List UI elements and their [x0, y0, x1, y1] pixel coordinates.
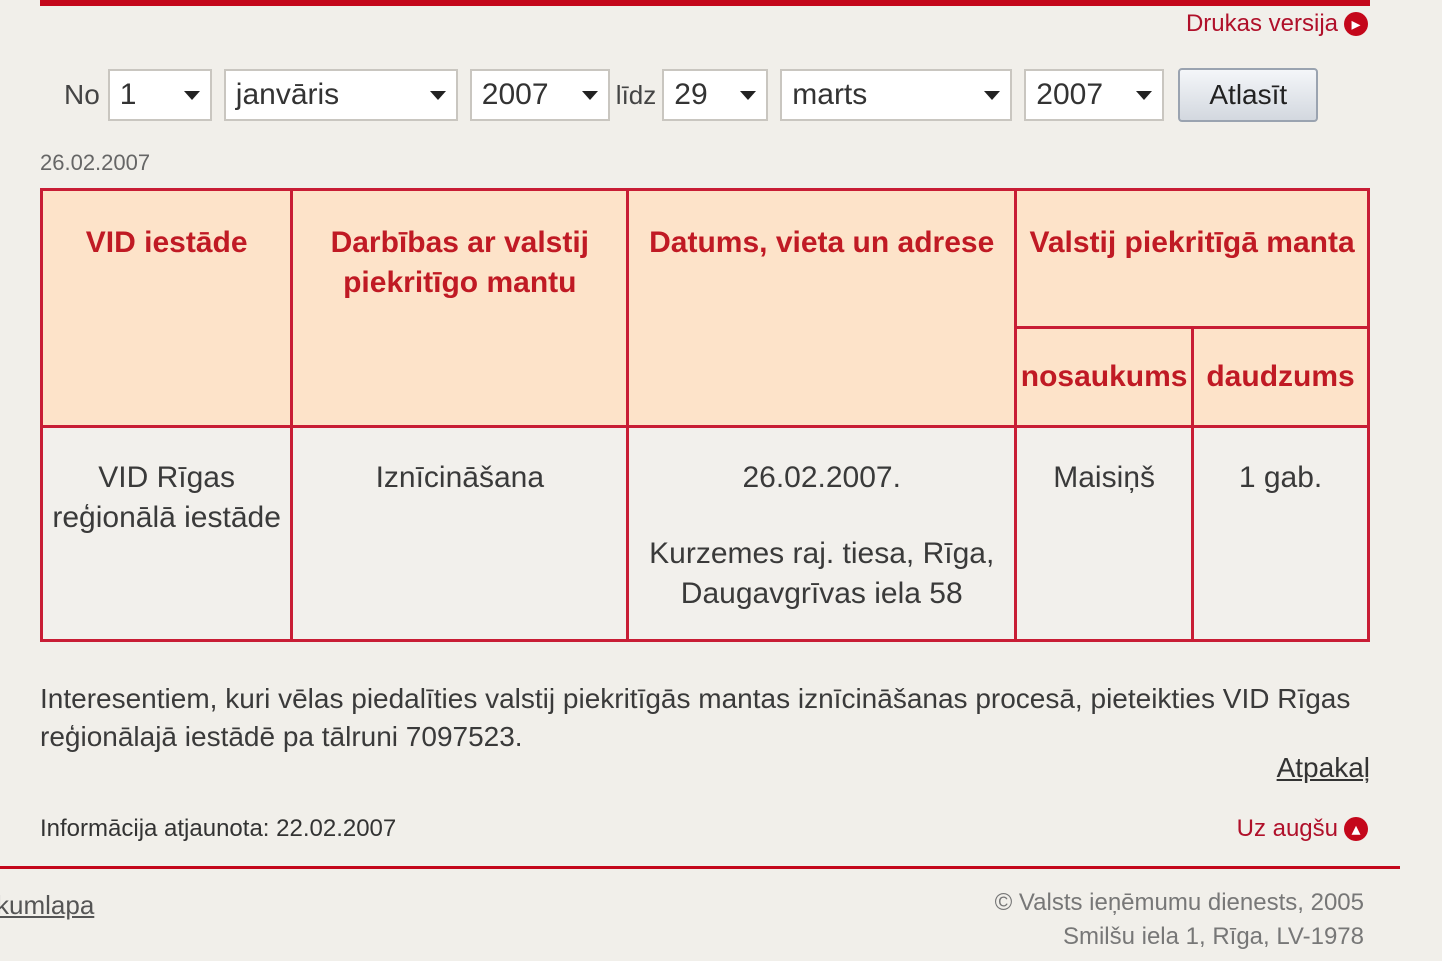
- from-label: No: [64, 79, 100, 110]
- from-month-value: janvāris: [235, 78, 340, 111]
- arrow-up-circle-icon: ▴: [1344, 817, 1368, 841]
- from-year-value: 2007: [481, 78, 549, 111]
- to-day-value: 29: [674, 78, 708, 111]
- cell-vid: VID Rīgas reģionālā iestāde: [39, 425, 294, 642]
- header-actions: Darbības ar valstij piekritīgo mantu: [290, 188, 630, 428]
- print-version-link[interactable]: Drukas versija ▸: [1186, 10, 1368, 38]
- header-date-place: Datums, vieta un adrese: [626, 188, 1018, 428]
- header-vid: VID iestāde: [39, 188, 294, 428]
- cell-date-place: 26.02.2007. Kurzemes raj. tiesa, Rīga, D…: [626, 425, 1018, 642]
- property-table: VID iestāde Darbības ar valstij piekritī…: [39, 188, 1370, 642]
- home-link[interactable]: kumlapa: [0, 890, 94, 921]
- cell-action: Iznīcināšana: [290, 425, 630, 642]
- top-red-bar: [40, 0, 1370, 6]
- print-version-label: Drukas versija: [1185, 10, 1338, 37]
- from-day-value: 1: [119, 78, 137, 111]
- date-filter: No 1 janvāris 2007 līdz 29 marts 2007 At…: [64, 68, 1319, 122]
- info-text: Interesentiem, kuri vēlas piedalīties va…: [40, 683, 1351, 752]
- to-month-select[interactable]: marts: [780, 69, 1013, 121]
- cell-date: 26.02.2007.: [742, 461, 901, 494]
- footer-info: © Valsts ieņēmumu dienests, 2005 Smilšu …: [995, 886, 1364, 954]
- chevron-down-icon: [740, 91, 757, 100]
- to-year-select[interactable]: 2007: [1024, 69, 1165, 121]
- chevron-down-icon: [429, 91, 446, 100]
- address-text: Smilšu iela 1, Rīga, LV-1978: [1062, 923, 1364, 950]
- chevron-down-icon: [581, 91, 598, 100]
- header-name: nosaukums: [1014, 326, 1195, 428]
- cell-quantity: 1 gab.: [1191, 425, 1370, 642]
- updated-text: Informācija atjaunota: 22.02.2007: [40, 815, 397, 842]
- back-to-top-link[interactable]: Uz augšu ▴: [1237, 815, 1368, 843]
- copyright-text: © Valsts ieņēmumu dienests, 2005: [994, 889, 1364, 916]
- from-month-select[interactable]: janvāris: [223, 69, 458, 121]
- chevron-down-icon: [183, 91, 200, 100]
- arrow-circle-icon: ▸: [1344, 12, 1368, 36]
- cell-place: Kurzemes raj. tiesa, Rīga, Daugavgrīvas …: [649, 537, 995, 610]
- table-row: VID Rīgas reģionālā iestāde Iznīcināšana…: [39, 425, 1370, 642]
- submit-button[interactable]: Atlasīt: [1178, 68, 1319, 122]
- chevron-down-icon: [1136, 91, 1153, 100]
- bottom-divider: [0, 866, 1400, 869]
- from-year-select[interactable]: 2007: [469, 69, 610, 121]
- to-month-value: marts: [792, 78, 868, 111]
- to-year-value: 2007: [1036, 78, 1104, 111]
- cell-name: Maisiņš: [1014, 425, 1195, 642]
- to-day-select[interactable]: 29: [662, 69, 769, 121]
- record-date: 26.02.2007: [40, 150, 151, 175]
- from-day-select[interactable]: 1: [107, 69, 212, 121]
- header-property: Valstij piekritīgā manta: [1014, 188, 1370, 329]
- chevron-down-icon: [984, 91, 1001, 100]
- header-quantity: daudzums: [1191, 326, 1370, 428]
- to-label: līdz: [615, 79, 657, 110]
- back-link[interactable]: Atpakaļ: [1277, 752, 1370, 784]
- back-to-top-label: Uz augšu: [1236, 815, 1338, 842]
